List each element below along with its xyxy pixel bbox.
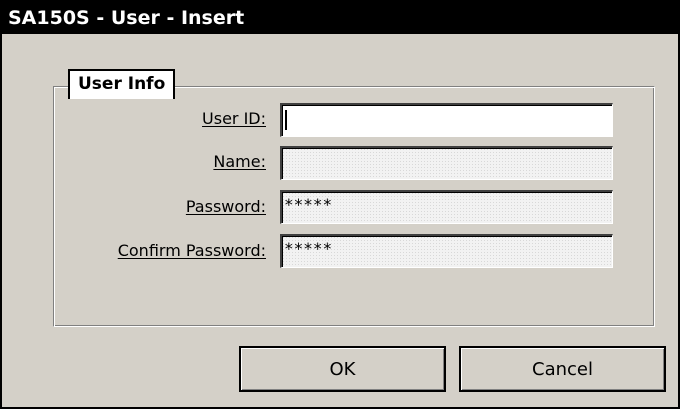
dialog-window: SA150S - User - Insert User Info User ID… xyxy=(0,0,680,409)
password-label: Password: xyxy=(185,197,266,216)
user-id-input[interactable] xyxy=(280,103,613,137)
confirm-password-label: Confirm Password: xyxy=(117,241,266,260)
text-caret xyxy=(285,110,287,130)
name-input[interactable] xyxy=(280,146,613,180)
confirm-password-value: ***** xyxy=(284,239,333,258)
ok-button[interactable]: OK xyxy=(239,346,446,392)
window-title: SA150S - User - Insert xyxy=(8,7,245,29)
user-id-label: User ID: xyxy=(202,109,266,128)
password-value: ***** xyxy=(284,195,333,214)
title-bar[interactable]: SA150S - User - Insert xyxy=(2,2,678,34)
name-label: Name: xyxy=(213,152,266,171)
group-title: User Info xyxy=(68,69,176,99)
confirm-password-input[interactable]: ***** xyxy=(280,234,613,268)
cancel-button[interactable]: Cancel xyxy=(459,346,666,392)
password-input[interactable]: ***** xyxy=(280,190,613,224)
